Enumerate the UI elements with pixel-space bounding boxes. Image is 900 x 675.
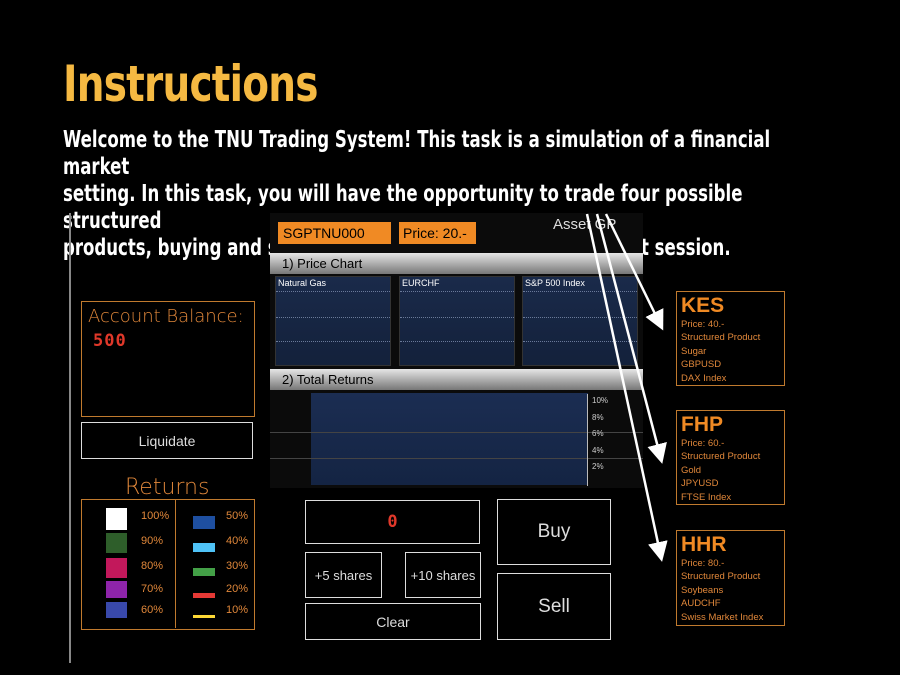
arrow-to-fhp (595, 213, 667, 464)
arrow-to-kes (604, 213, 664, 331)
annotation-arrows (585, 213, 668, 562)
arrow-to-hhr (585, 213, 668, 562)
